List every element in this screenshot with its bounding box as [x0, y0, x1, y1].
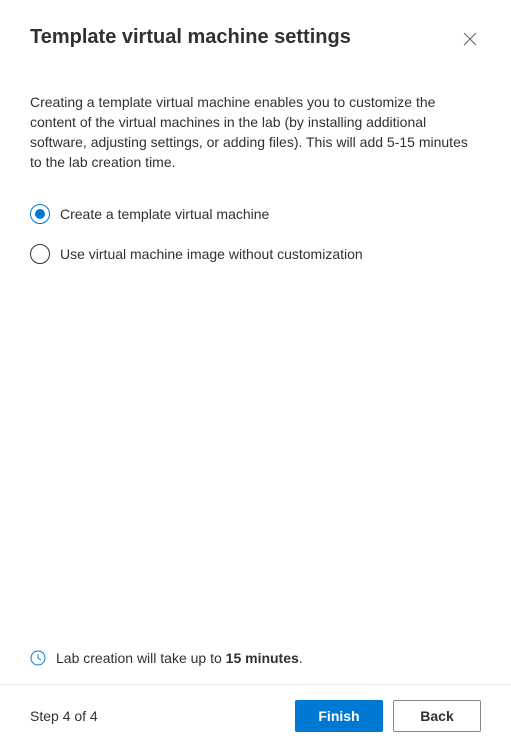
- radio-indicator: [30, 244, 50, 264]
- dialog-content: Creating a template virtual machine enab…: [0, 50, 511, 684]
- radio-label: Create a template virtual machine: [60, 206, 269, 222]
- back-button[interactable]: Back: [393, 700, 481, 732]
- dialog-title: Template virtual machine settings: [30, 26, 351, 49]
- info-prefix: Lab creation will take up to: [56, 650, 226, 666]
- info-text: Lab creation will take up to 15 minutes.: [56, 650, 303, 666]
- radio-label: Use virtual machine image without custom…: [60, 246, 363, 262]
- footer-buttons: Finish Back: [295, 700, 481, 732]
- info-bold: 15 minutes: [226, 650, 299, 666]
- radio-group: Create a template virtual machine Use vi…: [30, 204, 481, 284]
- radio-selected-dot: [35, 209, 45, 219]
- finish-button[interactable]: Finish: [295, 700, 383, 732]
- radio-option-create-template[interactable]: Create a template virtual machine: [30, 204, 481, 224]
- step-indicator: Step 4 of 4: [30, 708, 98, 724]
- clock-icon: [30, 650, 46, 666]
- info-suffix: .: [299, 650, 303, 666]
- dialog-footer: Step 4 of 4 Finish Back: [0, 684, 511, 747]
- dialog-header: Template virtual machine settings: [0, 0, 511, 50]
- close-button[interactable]: [459, 28, 481, 50]
- info-row: Lab creation will take up to 15 minutes.: [30, 650, 481, 684]
- close-icon: [463, 32, 477, 46]
- description-text: Creating a template virtual machine enab…: [30, 92, 481, 172]
- radio-option-no-customization[interactable]: Use virtual machine image without custom…: [30, 244, 481, 264]
- radio-indicator: [30, 204, 50, 224]
